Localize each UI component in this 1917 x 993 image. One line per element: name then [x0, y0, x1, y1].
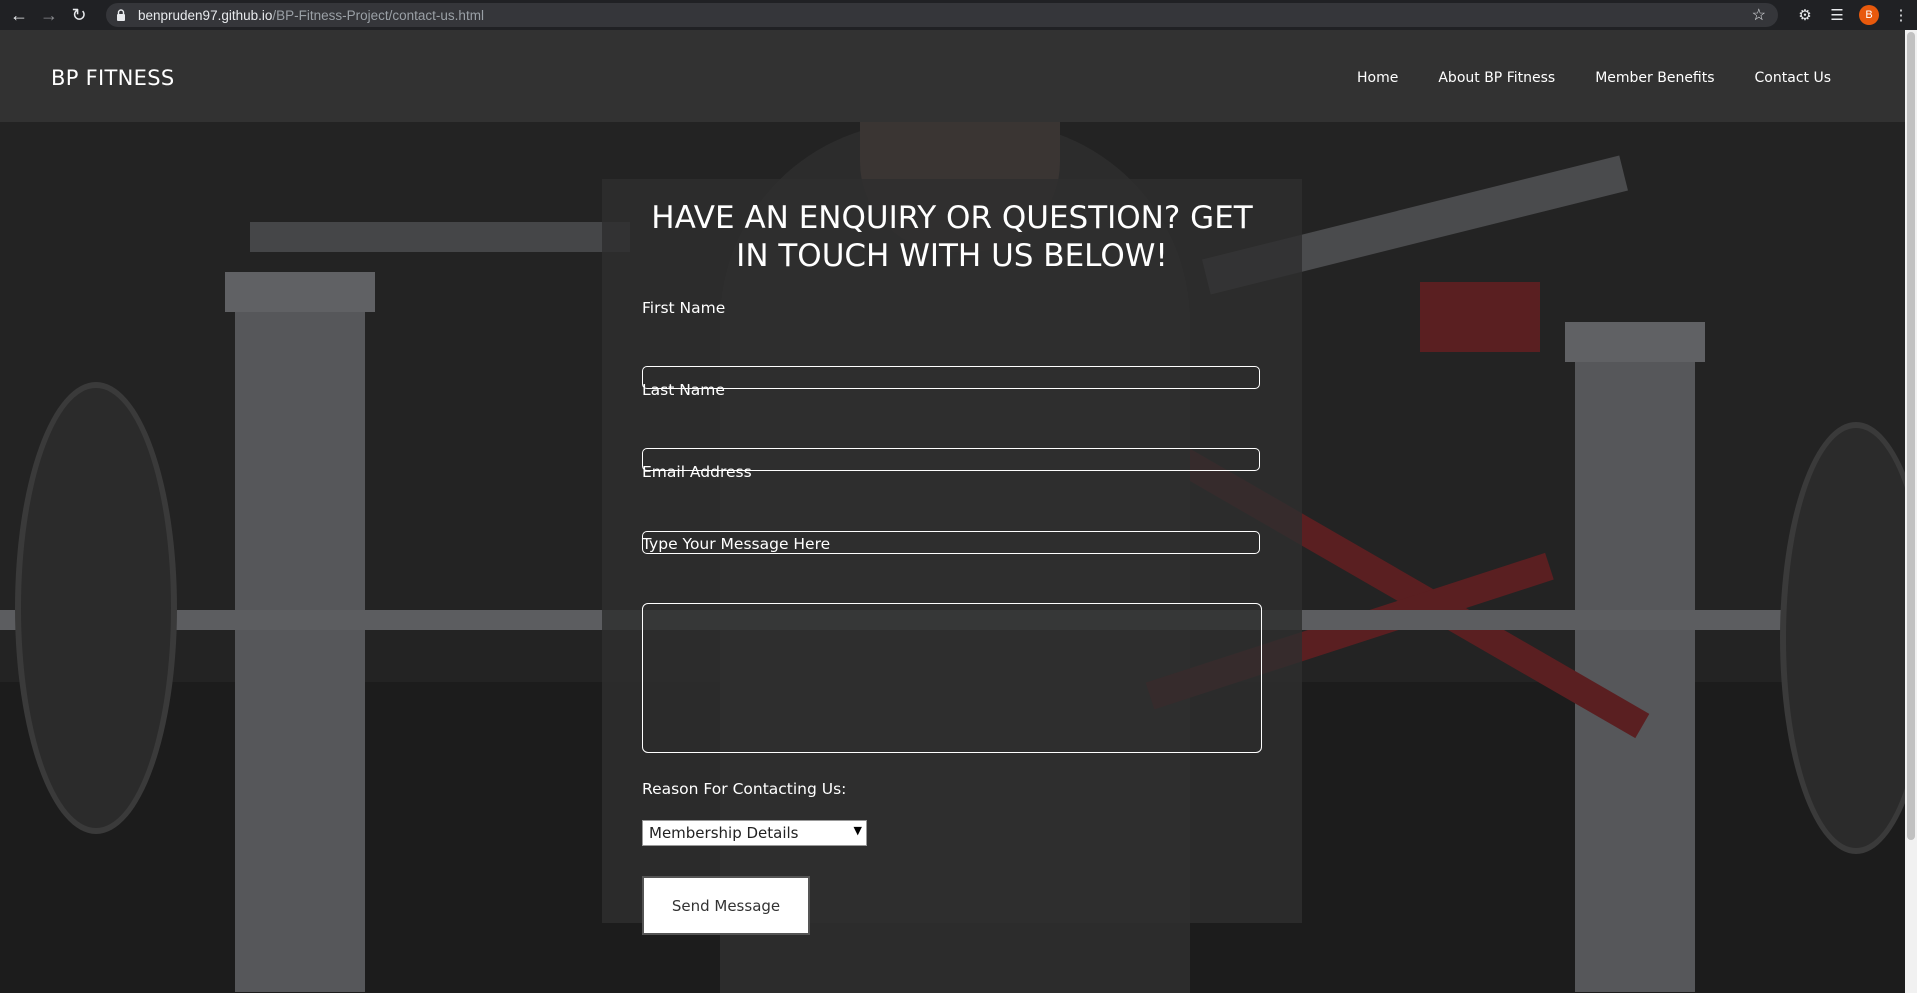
reason-selected-value: Membership Details [649, 824, 799, 842]
extensions-icon[interactable]: ⚙ [1789, 6, 1821, 24]
page-scrollbar[interactable] [1905, 30, 1917, 993]
nav-home[interactable]: Home [1357, 70, 1398, 86]
site-logo[interactable]: BP FITNESS [51, 66, 174, 90]
nav-about[interactable]: About BP Fitness [1438, 70, 1555, 86]
chevron-down-icon: ▼ [853, 824, 862, 837]
send-message-button[interactable]: Send Message [642, 876, 810, 935]
message-textarea[interactable] [642, 603, 1262, 753]
url-text: benpruden97.github.io/BP-Fitness-Project… [138, 8, 484, 23]
reading-list-icon[interactable]: ☰ [1821, 6, 1853, 24]
reload-icon[interactable]: ↻ [68, 4, 90, 26]
browser-toolbar: ← → ↻ benpruden97.github.io/BP-Fitness-P… [0, 0, 1917, 30]
first-name-input[interactable] [642, 366, 1260, 389]
page-viewport: BP FITNESS Home About BP Fitness Member … [0, 30, 1905, 993]
last-name-label: Last Name [642, 381, 725, 399]
message-label: Type Your Message Here [642, 535, 831, 553]
lock-icon [117, 9, 125, 21]
bookmark-star-icon[interactable]: ☆ [1752, 5, 1766, 25]
url-host: benpruden97.github.io [138, 7, 273, 23]
url-path: /BP-Fitness-Project/contact-us.html [272, 7, 484, 23]
reason-label: Reason For Contacting Us: [642, 780, 847, 798]
nav-contact-us[interactable]: Contact Us [1755, 70, 1831, 86]
reason-select[interactable]: Membership Details ▼ [642, 820, 867, 846]
profile-avatar[interactable]: B [1859, 5, 1879, 25]
forward-icon[interactable]: → [38, 4, 60, 26]
address-bar[interactable]: benpruden97.github.io/BP-Fitness-Project… [106, 3, 1778, 27]
menu-kebab-icon[interactable]: ⋮ [1885, 6, 1917, 24]
nav-member-benefits[interactable]: Member Benefits [1595, 70, 1714, 86]
main-nav: Home About BP Fitness Member Benefits Co… [1317, 70, 1831, 86]
contact-form-panel: HAVE AN ENQUIRY OR QUESTION? GET IN TOUC… [602, 179, 1302, 935]
first-name-label: First Name [642, 299, 726, 317]
email-label: Email Address [642, 463, 752, 481]
back-icon[interactable]: ← [8, 4, 30, 26]
form-heading: HAVE AN ENQUIRY OR QUESTION? GET IN TOUC… [651, 200, 1253, 274]
site-header: BP FITNESS Home About BP Fitness Member … [0, 30, 1905, 122]
scrollbar-thumb[interactable] [1907, 32, 1915, 840]
